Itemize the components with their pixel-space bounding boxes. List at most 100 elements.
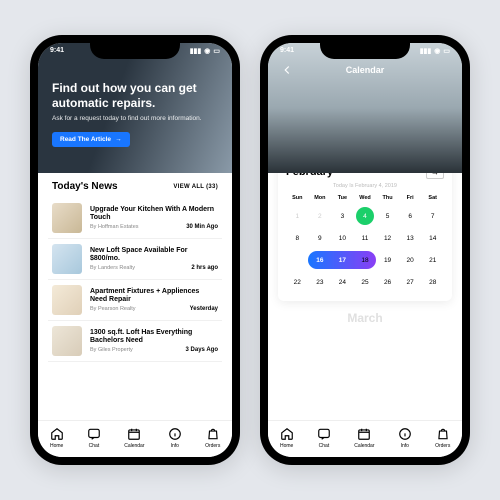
news-item[interactable]: Apartment Fixtures + Appliences Need Rep… bbox=[48, 280, 222, 321]
read-article-button[interactable]: Read The Article → bbox=[52, 132, 130, 147]
day[interactable]: 2 bbox=[309, 213, 332, 220]
weekday: Thu bbox=[376, 195, 399, 201]
nav-home[interactable]: Home bbox=[50, 427, 64, 449]
info-icon bbox=[398, 427, 412, 441]
home-icon bbox=[280, 427, 294, 441]
news-body: New Loft Space Available For $800/mo. By… bbox=[90, 244, 218, 274]
day[interactable]: 14 bbox=[421, 235, 444, 242]
nav-chat[interactable]: Chat bbox=[317, 427, 331, 449]
weekday: Sat bbox=[421, 195, 444, 201]
day[interactable]: 20 bbox=[399, 257, 422, 264]
nav-chat[interactable]: Chat bbox=[87, 427, 101, 449]
view-all-link[interactable]: VIEW ALL (33) bbox=[173, 184, 218, 190]
day[interactable]: 10 bbox=[331, 235, 354, 242]
signal-icon: ▮▮▮ bbox=[420, 47, 432, 55]
news-item[interactable]: 1300 sq.ft. Loft Has Everything Bachelor… bbox=[48, 321, 222, 362]
nav-label: Calendar bbox=[354, 443, 374, 449]
calendar-hero: Calendar bbox=[268, 43, 462, 173]
news-body: Apartment Fixtures + Appliences Need Rep… bbox=[90, 285, 218, 315]
day[interactable]: 12 bbox=[376, 235, 399, 242]
calendar-icon bbox=[127, 427, 141, 441]
month-card: February → Today Is February 4, 2019 Sun… bbox=[278, 155, 452, 301]
hero-title: Find out how you can get automatic repai… bbox=[52, 81, 218, 111]
weekday-row: Sun Mon Tue Wed Thu Fri Sat bbox=[286, 195, 444, 201]
day-in-range[interactable]: 16 bbox=[309, 257, 332, 264]
news-item[interactable]: New Loft Space Available For $800/mo. By… bbox=[48, 239, 222, 280]
news-item-title: Upgrade Your Kitchen With A Modern Touch bbox=[90, 206, 218, 223]
news-time: 2 hrs ago bbox=[191, 265, 218, 271]
nav-calendar[interactable]: Calendar bbox=[124, 427, 144, 449]
bag-icon bbox=[436, 427, 450, 441]
screen-right: 9:41 ▮▮▮ ◉ ▭ Calendar February → To bbox=[268, 43, 462, 457]
day[interactable]: 24 bbox=[331, 279, 354, 286]
phone-right: 9:41 ▮▮▮ ◉ ▭ Calendar February → To bbox=[260, 35, 470, 465]
calendar-topbar: Calendar bbox=[268, 65, 462, 75]
news-thumbnail bbox=[52, 244, 82, 274]
news-thumbnail bbox=[52, 285, 82, 315]
nav-info[interactable]: Info bbox=[168, 427, 182, 449]
news-time: 30 Min Ago bbox=[186, 224, 218, 230]
day[interactable]: 25 bbox=[354, 279, 377, 286]
calendar-icon bbox=[357, 427, 371, 441]
day[interactable]: 5 bbox=[376, 213, 399, 220]
info-icon bbox=[168, 427, 182, 441]
nav-label: Calendar bbox=[124, 443, 144, 449]
day[interactable]: 27 bbox=[399, 279, 422, 286]
day[interactable]: 28 bbox=[421, 279, 444, 286]
signal-icon: ▮▮▮ bbox=[190, 47, 202, 55]
day[interactable]: 22 bbox=[286, 279, 309, 286]
day[interactable]: 1 bbox=[286, 213, 309, 220]
bottom-nav: Home Chat Calendar Info Orders bbox=[38, 420, 232, 457]
day[interactable]: 11 bbox=[354, 235, 377, 242]
news-author: By Hoffman Estates bbox=[90, 224, 139, 230]
nav-label: Orders bbox=[435, 443, 450, 449]
status-indicators: ▮▮▮ ◉ ▭ bbox=[190, 47, 220, 55]
back-button[interactable] bbox=[280, 63, 294, 77]
nav-label: Home bbox=[50, 443, 63, 449]
chat-icon bbox=[87, 427, 101, 441]
day[interactable]: 13 bbox=[399, 235, 422, 242]
bottom-nav: Home Chat Calendar Info Orders bbox=[268, 420, 462, 457]
day[interactable]: 21 bbox=[421, 257, 444, 264]
day[interactable]: 23 bbox=[309, 279, 332, 286]
chat-icon bbox=[317, 427, 331, 441]
day[interactable]: 7 bbox=[421, 213, 444, 220]
nav-label: Home bbox=[280, 443, 293, 449]
weekday: Wed bbox=[354, 195, 377, 201]
day[interactable]: 18 bbox=[354, 257, 377, 264]
day[interactable]: 8 bbox=[286, 235, 309, 242]
notch bbox=[320, 43, 410, 59]
weekday: Sun bbox=[286, 195, 309, 201]
day-range-end[interactable]: 17 bbox=[331, 257, 354, 264]
nav-orders[interactable]: Orders bbox=[435, 427, 450, 449]
news-author: By Landers Realty bbox=[90, 265, 135, 271]
news-author: By Pearson Realty bbox=[90, 306, 136, 312]
day[interactable]: 6 bbox=[399, 213, 422, 220]
cta-label: Read The Article bbox=[60, 136, 111, 143]
day[interactable]: 19 bbox=[376, 257, 399, 264]
wifi-icon: ◉ bbox=[434, 47, 440, 55]
news-list: Upgrade Your Kitchen With A Modern Touch… bbox=[38, 198, 232, 420]
news-meta: By Landers Realty 2 hrs ago bbox=[90, 265, 218, 271]
status-time: 9:41 bbox=[280, 47, 294, 55]
nav-label: Chat bbox=[319, 443, 330, 449]
news-body: Upgrade Your Kitchen With A Modern Touch… bbox=[90, 203, 218, 233]
news-item[interactable]: Upgrade Your Kitchen With A Modern Touch… bbox=[48, 198, 222, 239]
nav-orders[interactable]: Orders bbox=[205, 427, 220, 449]
day-today[interactable]: 4 bbox=[356, 207, 374, 225]
nav-label: Info bbox=[171, 443, 179, 449]
news-time: 3 Days Ago bbox=[186, 347, 218, 353]
wifi-icon: ◉ bbox=[204, 47, 210, 55]
nav-calendar[interactable]: Calendar bbox=[354, 427, 374, 449]
day[interactable]: 9 bbox=[309, 235, 332, 242]
hero-subtitle: Ask for a request today to find out more… bbox=[52, 115, 218, 123]
day[interactable]: 3 bbox=[331, 213, 354, 220]
screen-left: 9:41 ▮▮▮ ◉ ▭ Find out how you can get au… bbox=[38, 43, 232, 457]
nav-info[interactable]: Info bbox=[398, 427, 412, 449]
month-grid: 1 2 3 4 5 6 7 8 9 10 11 12 13 14 15 16 1… bbox=[286, 205, 444, 293]
notch bbox=[90, 43, 180, 59]
day-range-start[interactable]: 15 bbox=[286, 257, 309, 264]
day[interactable]: 26 bbox=[376, 279, 399, 286]
chevron-left-icon bbox=[280, 63, 294, 77]
nav-home[interactable]: Home bbox=[280, 427, 294, 449]
